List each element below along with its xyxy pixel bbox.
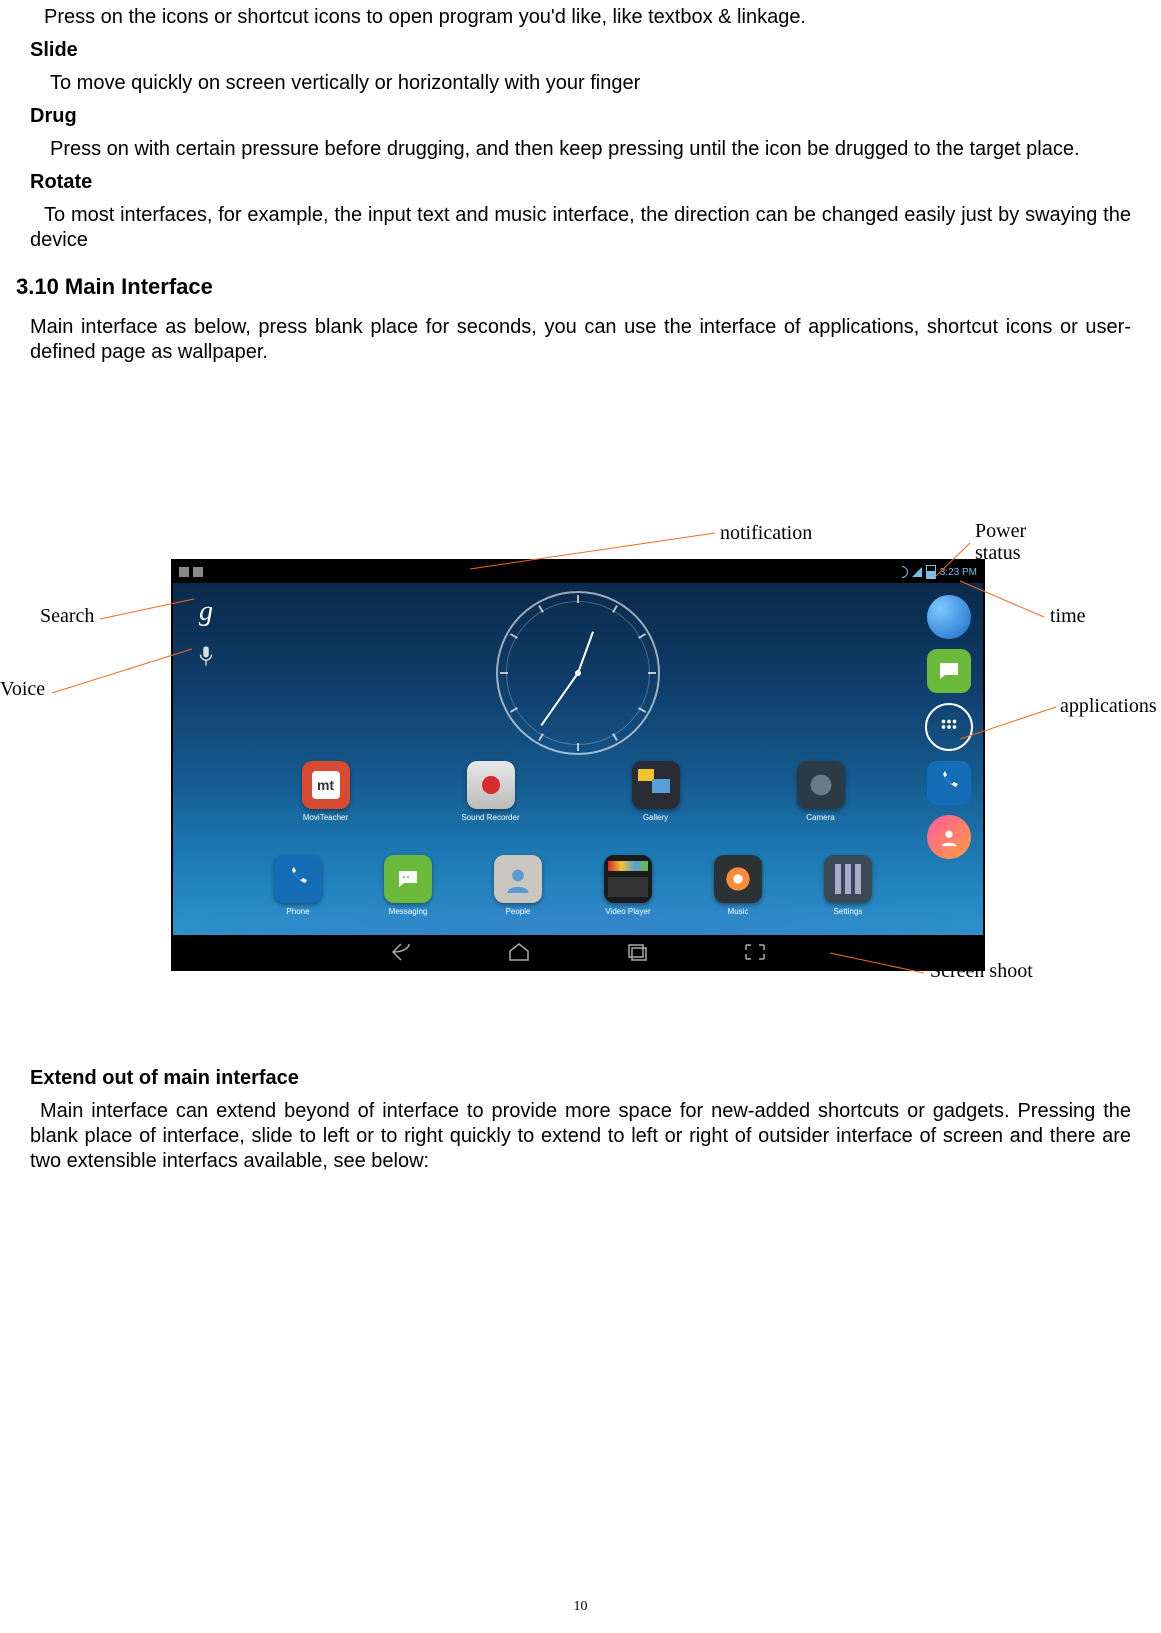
heading-extend: Extend out of main interface [30, 1066, 1131, 1091]
app-sound-recorder[interactable]: Sound Recorder [451, 761, 531, 822]
paragraph-extend: Main interface can extend beyond of inte… [30, 1099, 1131, 1174]
heading-drug: Drug [30, 104, 1131, 129]
annotation-power-status: Powerstatus [975, 520, 1026, 564]
screenshot-button[interactable] [741, 941, 769, 963]
paragraph-rotate: To most interfaces, for example, the inp… [30, 203, 1131, 253]
back-button[interactable] [387, 941, 415, 963]
app-gallery[interactable]: Gallery [616, 761, 696, 822]
battery-icon [926, 565, 936, 579]
app-drawer-icon[interactable] [925, 703, 973, 751]
page-number: 10 [0, 1599, 1161, 1615]
voice-search-icon[interactable] [195, 645, 217, 667]
app-phone[interactable]: Phone [258, 855, 338, 916]
heading-main-interface: 3.10 Main Interface [16, 273, 1131, 301]
status-time: 3:23 PM [940, 567, 977, 578]
analog-clock-widget[interactable] [496, 591, 660, 755]
browser-icon[interactable] [927, 595, 971, 639]
recent-apps-button[interactable] [623, 941, 651, 963]
heading-slide: Slide [30, 38, 1131, 63]
status-bar: 3:23 PM [173, 561, 983, 583]
paragraph-press: Press on the icons or shortcut icons to … [30, 5, 1131, 30]
app-moviteacher[interactable]: mtMoviTeacher [286, 761, 366, 822]
app-camera[interactable]: Camera [781, 761, 861, 822]
annotation-voice: Voice [0, 678, 45, 701]
wifi-icon [893, 564, 910, 581]
app-people[interactable]: People [478, 855, 558, 916]
annotation-time: time [1050, 605, 1086, 628]
system-nav-bar [173, 935, 983, 969]
paragraph-drug: Press on with certain pressure before dr… [30, 137, 1131, 162]
annotation-screenshot: Screen shoot [930, 960, 1033, 983]
app-row-1: mtMoviTeacher Sound Recorder Gallery Cam… [243, 761, 903, 822]
app-messaging[interactable]: Messaging [368, 855, 448, 916]
signal-icon [912, 567, 922, 577]
google-search-icon[interactable]: g [193, 599, 219, 625]
notification-icon[interactable] [179, 567, 189, 577]
notification-icon[interactable] [193, 567, 203, 577]
home-screen[interactable]: g [173, 583, 983, 935]
contacts-icon[interactable] [927, 815, 971, 859]
app-settings[interactable]: Settings [808, 855, 888, 916]
paragraph-slide: To move quickly on screen vertically or … [30, 71, 1131, 96]
app-music[interactable]: Music [698, 855, 778, 916]
device-screenshot: 3:23 PM g [171, 559, 985, 971]
paragraph-main: Main interface as below, press blank pla… [30, 315, 1131, 365]
messaging-icon[interactable] [927, 649, 971, 693]
annotation-notification: notification [720, 522, 812, 545]
annotation-applications: applications [1060, 695, 1157, 718]
app-row-2: Phone Messaging People Video Player Musi… [243, 855, 903, 916]
annotation-search: Search [40, 605, 94, 628]
app-video-player[interactable]: Video Player [588, 855, 668, 916]
home-button[interactable] [505, 941, 533, 963]
dock-sidebar [921, 595, 977, 859]
phone-icon[interactable] [927, 761, 971, 805]
heading-rotate: Rotate [30, 170, 1131, 195]
